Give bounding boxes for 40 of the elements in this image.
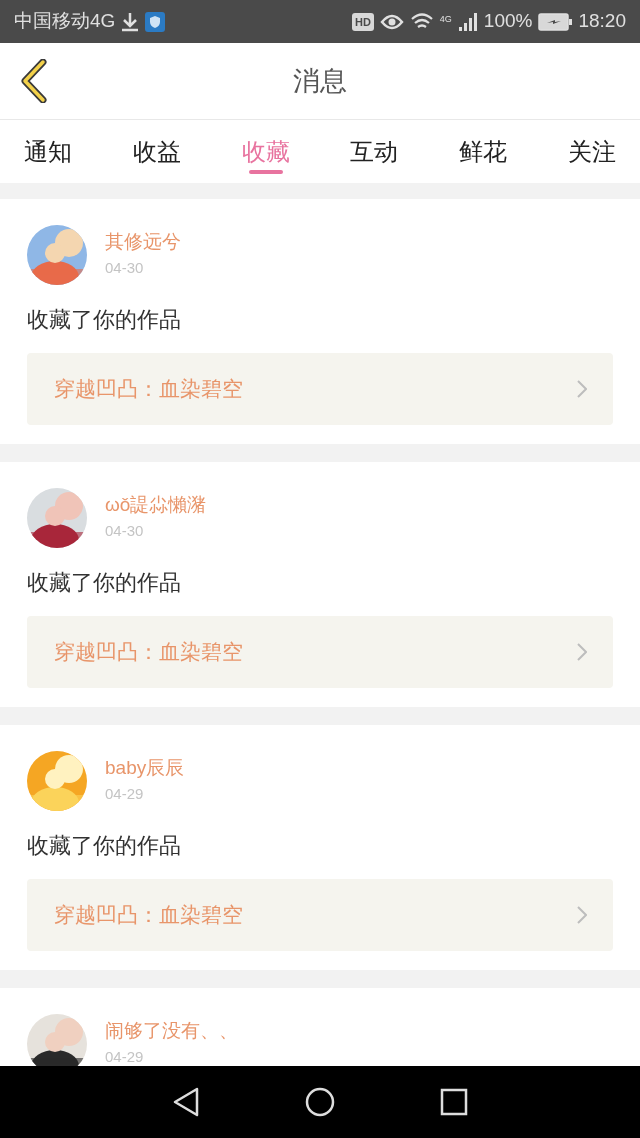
message-text: 收藏了你的作品 <box>27 306 182 334</box>
battery-icon <box>538 12 573 31</box>
user-name[interactable]: ωǒ諟尛懶潴 <box>105 492 207 518</box>
message-date: 04-30 <box>105 521 145 541</box>
message-text: 收藏了你的作品 <box>27 832 182 860</box>
page-title: 消息 <box>293 64 347 98</box>
work-link[interactable]: 穿越凹凸：血染碧空 <box>27 353 613 425</box>
download-icon <box>121 11 140 32</box>
work-link[interactable]: 穿越凹凸：血染碧空 <box>27 879 613 951</box>
tab-underline <box>248 170 283 174</box>
tab[interactable]: 通知 <box>24 120 72 183</box>
shield-icon <box>145 11 166 32</box>
message-date: 04-29 <box>105 1047 145 1066</box>
tab[interactable]: 收益 <box>132 120 181 183</box>
chevron-right-icon <box>577 906 587 924</box>
home-icon[interactable] <box>305 1087 335 1117</box>
carrier-text: 中国移动4G <box>14 9 116 34</box>
chevron-right-icon <box>577 380 587 398</box>
back-icon <box>19 59 49 103</box>
eye-icon <box>379 12 404 31</box>
tab[interactable]: 关注 <box>568 120 616 183</box>
wifi-icon <box>409 12 434 31</box>
message-date: 04-29 <box>105 784 145 804</box>
tab[interactable]: 互动 <box>350 120 399 183</box>
recent-apps-icon[interactable] <box>439 1088 468 1116</box>
back-nav-icon[interactable] <box>172 1087 201 1117</box>
message-date: 04-30 <box>105 258 145 278</box>
user-name[interactable]: 其修远兮 <box>105 229 181 255</box>
network-text: 4G <box>439 13 452 27</box>
clock-time: 18:20 <box>578 9 626 34</box>
work-link[interactable]: 穿越凹凸：血染碧空 <box>27 616 613 688</box>
tab[interactable]: 收藏 <box>241 120 290 183</box>
signal-icon <box>457 11 478 32</box>
user-name[interactable]: 闹够了没有、、 <box>105 1018 238 1044</box>
user-name[interactable]: baby辰辰 <box>105 755 185 781</box>
battery-percent: 100% <box>483 9 533 34</box>
hd-badge: HD <box>351 12 374 31</box>
message-text: 收藏了你的作品 <box>27 569 182 597</box>
chevron-right-icon <box>577 643 587 661</box>
tab[interactable]: 鲜花 <box>459 120 508 183</box>
